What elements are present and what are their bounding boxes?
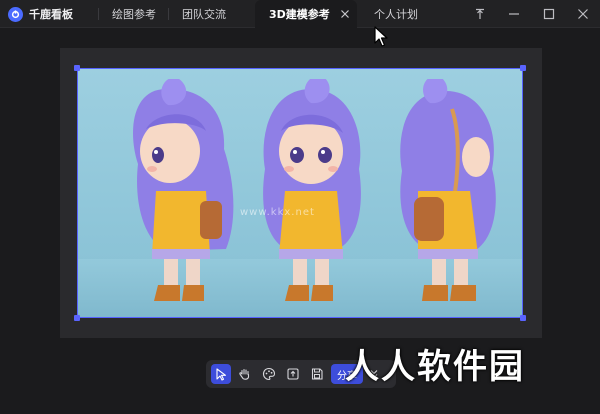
save-icon[interactable] xyxy=(307,364,327,384)
reference-image[interactable]: www.kkx.net xyxy=(77,68,523,318)
tab-label: 绘图参考 xyxy=(112,8,156,21)
maximize-icon[interactable] xyxy=(541,6,557,22)
palette-icon[interactable] xyxy=(259,364,279,384)
brand-watermark: 人人软件园 xyxy=(345,347,525,387)
tab-label: 个人计划 xyxy=(374,8,418,21)
selection-handle-bottom-left[interactable] xyxy=(74,315,80,321)
character-back-view xyxy=(400,79,496,301)
mouse-cursor-icon xyxy=(374,26,388,47)
minimize-icon[interactable] xyxy=(506,6,522,22)
tab-team-chat[interactable]: 团队交流 xyxy=(168,0,254,28)
app-logo-icon xyxy=(8,6,23,22)
tab-close-icon[interactable] xyxy=(339,8,351,20)
tab-drawing-reference[interactable]: 绘图参考 xyxy=(98,0,168,28)
selection-handle-bottom-right[interactable] xyxy=(520,315,526,321)
image-watermark: www.kkx.net xyxy=(240,207,315,218)
app-branding: 千鹿看板 xyxy=(8,0,73,28)
selection-handle-top-right[interactable] xyxy=(520,65,526,71)
pin-icon[interactable] xyxy=(472,6,488,22)
tab-3d-modeling-reference[interactable]: 3D建模参考 xyxy=(255,0,357,28)
tab-personal-plan[interactable]: 个人计划 xyxy=(360,0,446,28)
hand-icon[interactable] xyxy=(235,364,255,384)
selection-handle-top-left[interactable] xyxy=(74,65,80,71)
app-title: 千鹿看板 xyxy=(29,8,73,21)
character-front-view xyxy=(263,79,361,301)
select-icon[interactable] xyxy=(211,364,231,384)
image-export-icon[interactable] xyxy=(283,364,303,384)
tab-label: 团队交流 xyxy=(182,8,226,21)
close-icon[interactable] xyxy=(575,6,591,22)
title-bar: 千鹿看板 绘图参考 团队交流 3D建模参考 个人计划 xyxy=(0,0,600,28)
character-side-view xyxy=(133,79,234,301)
tab-label: 3D建模参考 xyxy=(269,8,330,21)
